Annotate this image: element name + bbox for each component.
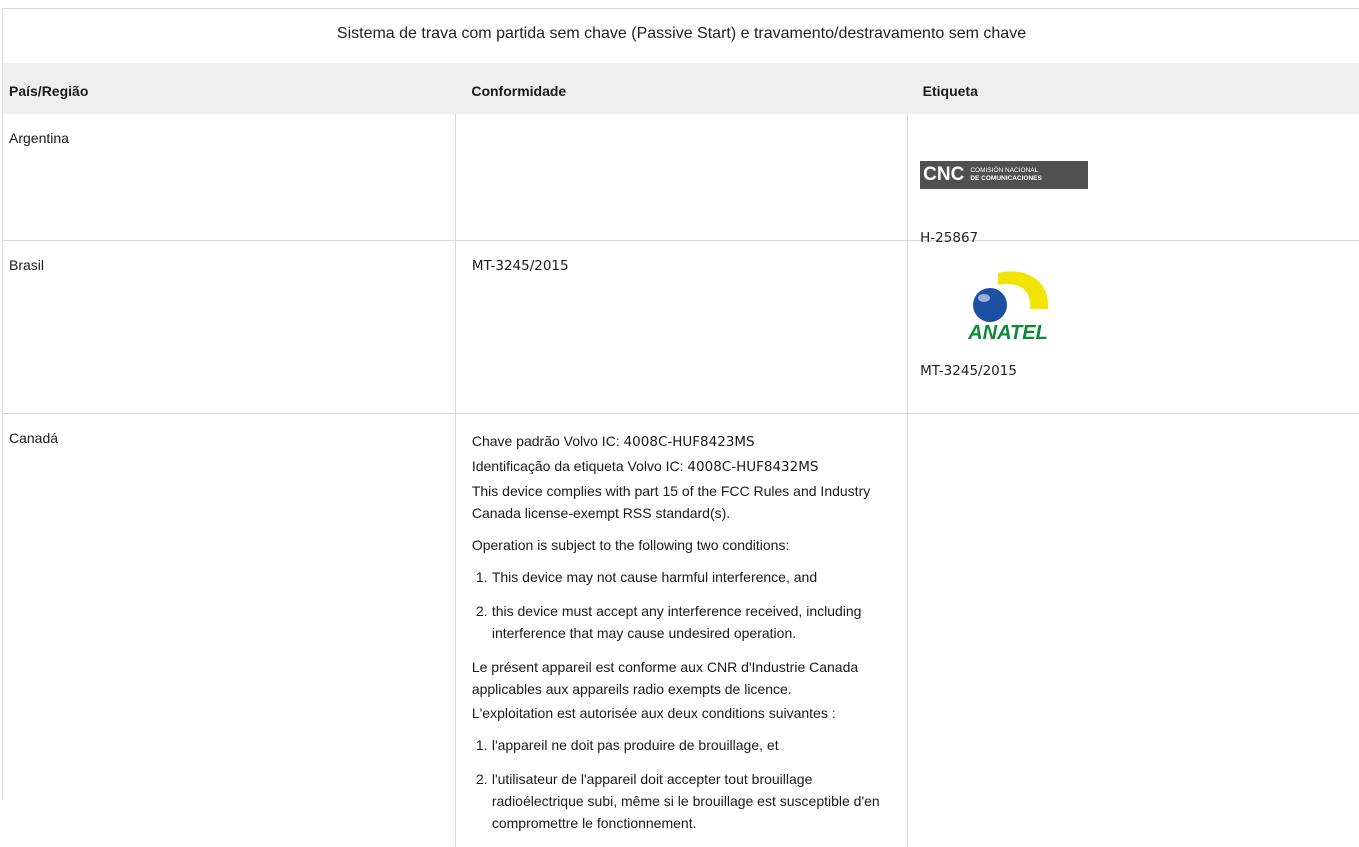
anatel-logo-text: ANATEL xyxy=(967,322,1048,344)
compliance-cell: MT-3245/2015 xyxy=(454,239,908,413)
conditions-list-fr: 1. l'appareil ne doit pas produire de bro… xyxy=(472,734,906,834)
table-row-brasil: Brasil MT-3245/2015 ANATEL MT-3245/2015 xyxy=(3,239,1359,413)
column-header-country: País/Região xyxy=(3,63,456,114)
label-cell: ANATEL MT-3245/2015 xyxy=(907,239,1359,413)
compliance-table-container: Sistema de trava com partida sem chave (… xyxy=(2,8,1359,847)
list-item: 1. This device may not cause harmful inte… xyxy=(475,568,818,585)
table-row-argentina: Argentina CNC COMISIÓN NACIONAL DE COMUN… xyxy=(3,112,1359,246)
label-code: H-25867 xyxy=(920,229,979,246)
ic-tag-line: Identificação da etiqueta Volvo IC: 4008… xyxy=(471,457,819,475)
label-cell xyxy=(907,412,1359,847)
fcc-statement: This device complies with part 15 of the… xyxy=(471,482,871,521)
table-row-canada: Canadá Chave padrão Volvo IC: 4008C-HUF8… xyxy=(3,412,1359,847)
list-item: 1. l'appareil ne doit pas produire de bro… xyxy=(475,736,779,753)
french-statement: Le présent appareil est conforme aux CNR… xyxy=(471,658,859,697)
table-caption: Sistema de trava com partida sem chave (… xyxy=(3,9,1359,63)
conditions-list-en: 1. This device may not cause harmful inte… xyxy=(472,566,906,644)
label-cell: CNC COMISIÓN NACIONAL DE COMUNICACIONES … xyxy=(907,112,1359,246)
ic-key-line: Chave padrão Volvo IC: 4008C-HUF8423MS xyxy=(471,432,755,450)
anatel-logo: ANATEL xyxy=(967,270,1049,344)
column-header-label: Etiqueta xyxy=(907,63,1359,114)
country-cell: Canadá xyxy=(3,412,456,847)
compliance-cell: Chave padrão Volvo IC: 4008C-HUF8423MS I… xyxy=(454,412,908,847)
conditions-intro: Operation is subject to the following tw… xyxy=(471,536,790,553)
list-item: 2. l'utilisateur de l'appareil doit accep… xyxy=(475,770,880,831)
compliance-cell xyxy=(454,112,908,240)
compliance-table: Sistema de trava com partida sem chave (… xyxy=(3,9,1359,847)
label-code: MT-3245/2015 xyxy=(920,362,1017,379)
french-conditions-intro: L'exploitation est autorisée aux deux co… xyxy=(471,704,836,721)
list-item: 2. this device must accept any interferen… xyxy=(475,602,862,641)
cnc-logo: CNC COMISIÓN NACIONAL DE COMUNICACIONES xyxy=(920,160,1089,189)
compliance-code: MT-3245/2015 xyxy=(471,257,569,274)
country-cell: Argentina xyxy=(3,112,456,240)
column-header-compliance: Conformidade xyxy=(455,63,908,114)
country-cell: Brasil xyxy=(3,239,456,413)
